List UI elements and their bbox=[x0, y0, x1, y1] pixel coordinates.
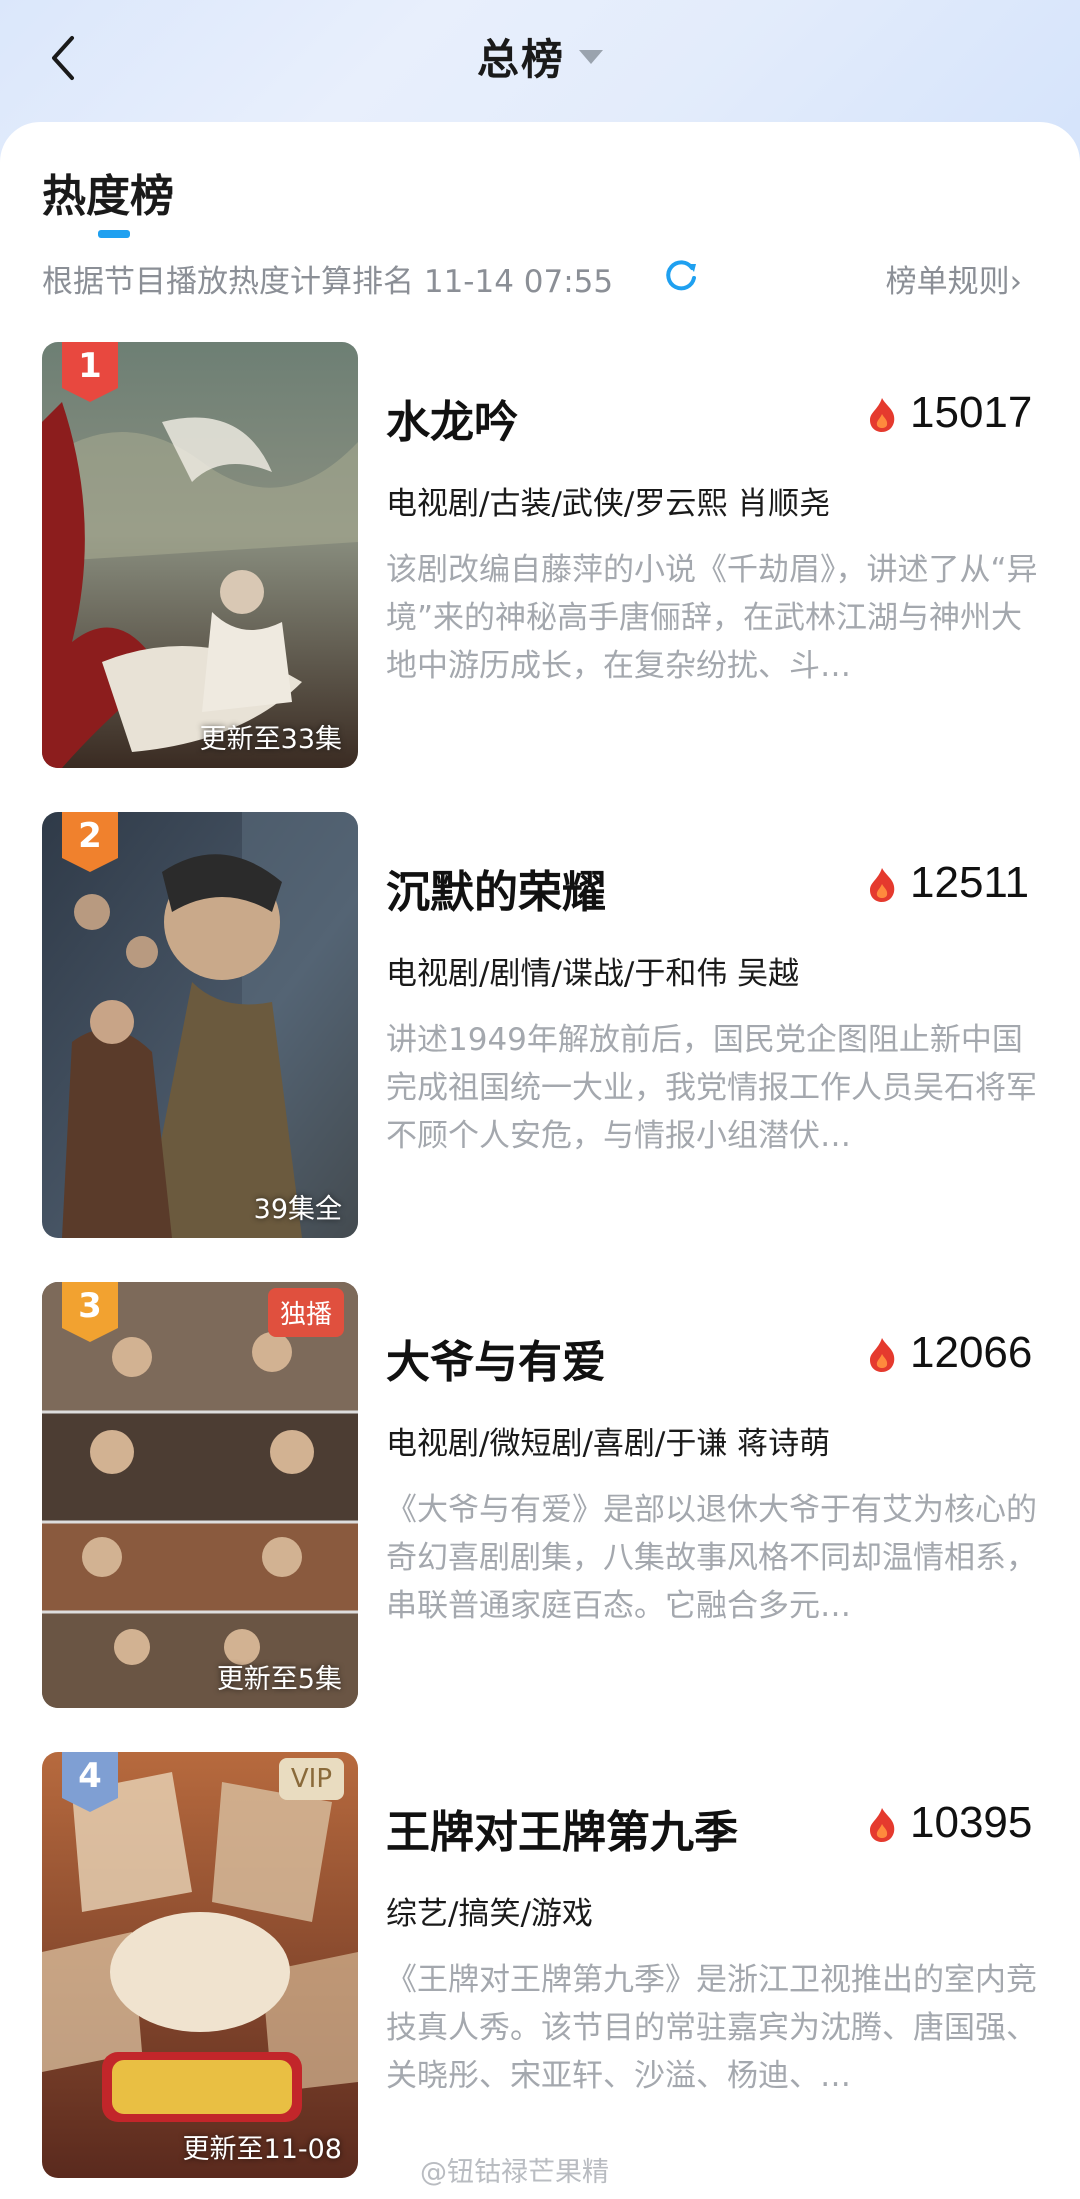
show-tags: 电视剧/微短剧/喜剧/于谦 蒋诗萌 bbox=[386, 1426, 831, 1462]
rank-badge: 2 bbox=[62, 812, 118, 872]
tab-hot-ranking[interactable]: 热度榜 bbox=[42, 160, 174, 224]
ranking-item[interactable]: 2 39集全 沉默的荣耀 12511 电视剧/剧情/谍战/于和伟 吴越 讲述19… bbox=[0, 812, 1080, 1242]
heat-score: 15017 bbox=[866, 388, 1038, 438]
show-title[interactable]: 大爷与有爱 bbox=[386, 1326, 606, 1390]
rank-number: 4 bbox=[78, 1756, 102, 1796]
heat-score: 12066 bbox=[866, 1328, 1038, 1378]
show-description: 讲述1949年解放前后，国民党企图阻止新中国完成祖国统一大业，我党情报工作人员吴… bbox=[386, 1022, 1037, 1154]
show-description: 《大爷与有爱》是部以退休大爷于有艾为核心的奇幻喜剧剧集，八集故事风格不同却温情相… bbox=[386, 1492, 1037, 1624]
show-title[interactable]: 王牌对王牌第九季 bbox=[386, 1796, 738, 1860]
poster-image[interactable]: 1 更新至33集 bbox=[42, 342, 358, 768]
watermark: @钮钴禄芒果精 bbox=[420, 2157, 609, 2188]
flame-icon bbox=[870, 868, 895, 902]
episode-status: 更新至33集 bbox=[199, 724, 342, 755]
episode-status: 更新至5集 bbox=[216, 1664, 342, 1695]
heat-score: 10395 bbox=[866, 1798, 1038, 1848]
poster-artwork bbox=[42, 812, 358, 1238]
heat-score: 12511 bbox=[866, 858, 1038, 908]
show-title[interactable]: 水龙吟 bbox=[386, 386, 518, 450]
poster-artwork bbox=[42, 1282, 358, 1708]
active-tab-indicator bbox=[98, 230, 130, 238]
page-title: 总榜 bbox=[476, 35, 565, 84]
ranking-item[interactable]: 1 更新至33集 水龙吟 15017 电视剧/古装/武侠/罗云熙 肖顺尧 该剧改… bbox=[0, 342, 1080, 772]
ranking-info-row: 根据节目播放热度计算排名 11-14 07:55 榜单规则› bbox=[42, 252, 1042, 302]
caret-down-icon bbox=[579, 49, 603, 64]
ranking-subtitle: 根据节目播放热度计算排名 11-14 07:55 bbox=[42, 264, 614, 300]
heat-value: 15017 bbox=[910, 388, 1033, 437]
heat-value: 12511 bbox=[910, 858, 1030, 907]
flame-icon bbox=[870, 1338, 895, 1372]
episode-status: 更新至11-08 bbox=[182, 2134, 342, 2165]
vip-badge: VIP bbox=[278, 1758, 344, 1800]
rank-number: 1 bbox=[78, 346, 102, 386]
show-tags: 电视剧/剧情/谍战/于和伟 吴越 bbox=[386, 956, 800, 992]
refresh-icon[interactable] bbox=[662, 256, 700, 294]
poster-artwork bbox=[42, 1752, 358, 2178]
poster-image[interactable]: 2 39集全 bbox=[42, 812, 358, 1238]
ranking-rules-link[interactable]: 榜单规则› bbox=[886, 256, 1022, 301]
show-tags: 电视剧/古装/武侠/罗云熙 肖顺尧 bbox=[386, 486, 831, 522]
title-dropdown[interactable]: 总榜 bbox=[0, 26, 1080, 90]
rank-badge: 3 bbox=[62, 1282, 118, 1342]
poster-image[interactable]: 4 VIP 更新至11-08 bbox=[42, 1752, 358, 2178]
rank-number: 2 bbox=[78, 816, 102, 856]
show-description: 《王牌对王牌第九季》是浙江卫视推出的室内竞技真人秀。该节目的常驻嘉宾为沈腾、唐国… bbox=[386, 1962, 1037, 2094]
show-title[interactable]: 沉默的荣耀 bbox=[386, 856, 606, 920]
poster-image[interactable]: 3 独播 更新至5集 bbox=[42, 1282, 358, 1708]
top-bar: 总榜 bbox=[0, 0, 1080, 120]
episode-status: 39集全 bbox=[253, 1194, 342, 1225]
heat-value: 12066 bbox=[910, 1328, 1033, 1377]
heat-value: 10395 bbox=[910, 1798, 1033, 1847]
rank-badge: 4 bbox=[62, 1752, 118, 1812]
rank-number: 3 bbox=[78, 1286, 102, 1326]
rank-badge: 1 bbox=[62, 342, 118, 402]
show-description: 该剧改编自藤萍的小说《千劫眉》，讲述了从“异境”来的神秘高手唐俪辞，在武林江湖与… bbox=[386, 552, 1038, 684]
poster-artwork bbox=[42, 342, 358, 768]
ranking-item[interactable]: 3 独播 更新至5集 大爷与有爱 12066 电视剧/微短剧/喜剧/于谦 蒋诗萌… bbox=[0, 1282, 1080, 1712]
flame-icon bbox=[870, 398, 895, 432]
exclusive-badge: 独播 bbox=[267, 1288, 344, 1337]
ranking-item[interactable]: 4 VIP 更新至11-08 王牌对王牌第九季 10395 综艺/搞笑/游戏 《… bbox=[0, 1752, 1080, 2182]
show-tags: 综艺/搞笑/游戏 bbox=[386, 1896, 593, 1932]
flame-icon bbox=[870, 1808, 895, 1842]
